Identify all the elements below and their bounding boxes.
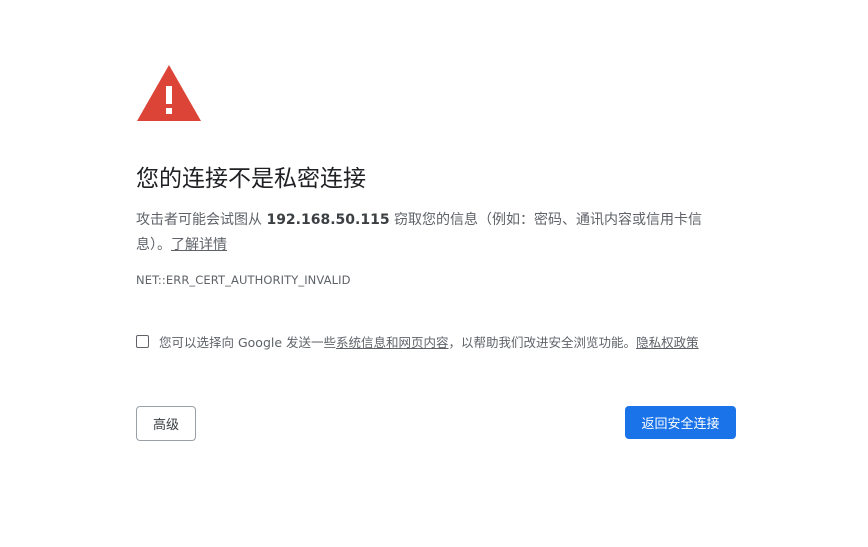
description-prefix: 攻击者可能会试图从 [136, 212, 267, 228]
back-to-safety-button[interactable]: 返回安全连接 [625, 406, 736, 439]
optin-text-before: 您可以选择向 Google 发送一些 [159, 335, 337, 350]
advanced-button[interactable]: 高级 [136, 406, 196, 441]
privacy-policy-link[interactable]: 隐私权政策 [636, 335, 699, 350]
safe-browsing-optin: 您可以选择向 Google 发送一些系统信息和网页内容，以帮助我们改进安全浏览功… [136, 332, 699, 351]
error-code: NET::ERR_CERT_AUTHORITY_INVALID [136, 273, 351, 287]
learn-more-link[interactable]: 了解详情 [171, 237, 227, 253]
warning-triangle-icon [137, 65, 201, 121]
host-address: 192.168.50.115 [266, 212, 390, 228]
optin-checkbox[interactable] [136, 335, 149, 348]
optin-text-middle: ，以帮助我们改进安全浏览功能。 [448, 335, 637, 350]
interstitial-page: 您的连接不是私密连接 攻击者可能会试图从 192.168.50.115 窃取您的… [0, 0, 868, 547]
optin-text: 您可以选择向 Google 发送一些系统信息和网页内容，以帮助我们改进安全浏览功… [159, 332, 699, 351]
system-info-link[interactable]: 系统信息和网页内容 [336, 335, 449, 350]
security-description: 攻击者可能会试图从 192.168.50.115 窃取您的信息（例如：密码、通讯… [136, 208, 726, 258]
page-title: 您的连接不是私密连接 [136, 166, 366, 192]
